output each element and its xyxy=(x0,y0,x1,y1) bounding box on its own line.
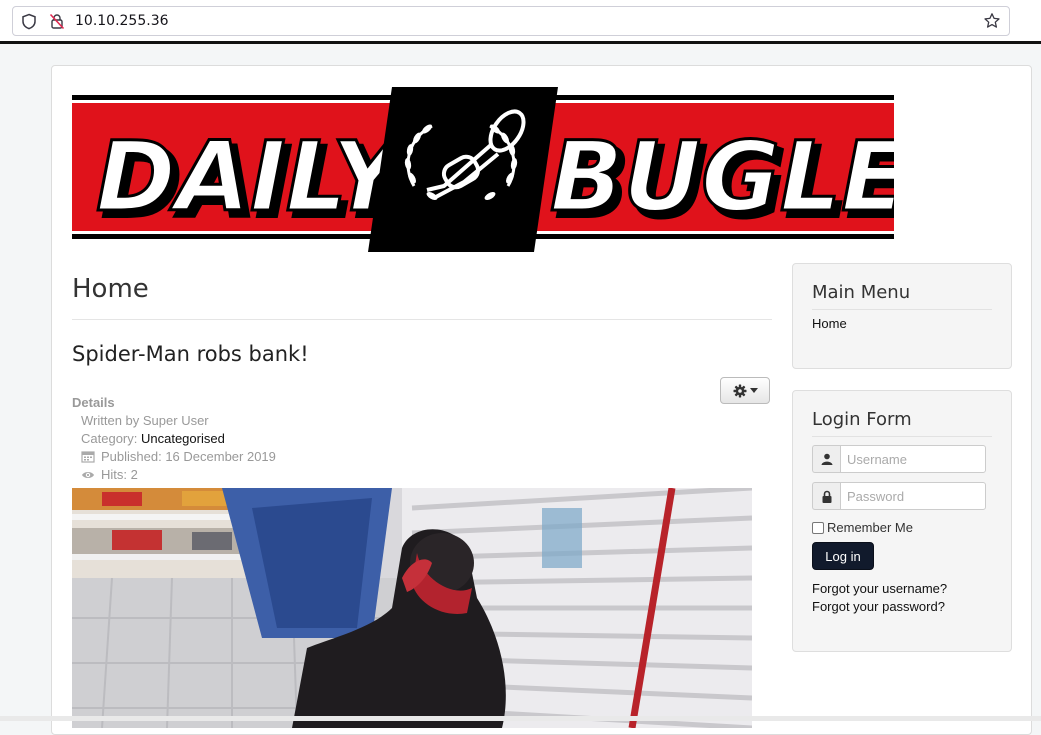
forgot-username-link[interactable]: Forgot your username? xyxy=(812,581,947,596)
author-text: Written by Super User xyxy=(81,413,209,428)
daily-bugle-logo-image: DAILY DAILY BUGLE BUGLE xyxy=(72,87,915,252)
divider xyxy=(812,436,992,437)
article-hits: Hits: 2 xyxy=(81,467,276,482)
article-category: Category: Uncategorised xyxy=(81,431,276,446)
url-text[interactable]: 10.10.255.36 xyxy=(75,13,169,29)
details-label: Details xyxy=(72,395,115,410)
logo-word-right-face: BUGLE xyxy=(550,121,894,233)
site-logo[interactable]: DAILY DAILY BUGLE BUGLE xyxy=(72,86,915,252)
article-image xyxy=(72,488,752,728)
category-prefix: Category: xyxy=(81,431,141,446)
login-button[interactable]: Log in xyxy=(812,542,874,570)
divider xyxy=(812,309,992,310)
hits-text: Hits: 2 xyxy=(101,467,138,482)
user-icon xyxy=(812,445,840,473)
bookmark-star-icon[interactable] xyxy=(983,12,1001,35)
login-form-title: Login Form xyxy=(812,409,912,430)
eye-icon xyxy=(82,471,94,478)
article-info: Details Written by Super User Category: … xyxy=(72,395,276,485)
address-bar[interactable]: 10.10.255.36 xyxy=(12,6,1010,36)
remember-me[interactable]: Remember Me xyxy=(812,520,913,535)
menu-item-home[interactable]: Home xyxy=(812,316,847,331)
password-input[interactable] xyxy=(840,482,986,510)
remember-me-label: Remember Me xyxy=(827,520,913,535)
forgot-password-link[interactable]: Forgot your password? xyxy=(812,599,945,614)
logo-word-left-face: DAILY xyxy=(96,121,410,233)
main-menu-module: Main Menu Home xyxy=(792,263,1012,369)
insecure-lock-icon[interactable] xyxy=(49,13,65,35)
main-menu-title: Main Menu xyxy=(812,282,911,303)
article-tools-button[interactable] xyxy=(720,377,770,404)
site-container: DAILY DAILY BUGLE BUGLE Home Spider-Man … xyxy=(51,65,1032,735)
toolbar-divider xyxy=(0,41,1041,44)
calendar-icon xyxy=(81,451,95,463)
divider xyxy=(72,319,772,320)
article-title: Spider-Man robs bank! xyxy=(72,342,309,366)
gear-icon xyxy=(733,384,746,397)
article-published: Published: 16 December 2019 xyxy=(81,449,276,464)
window-bottom-edge xyxy=(0,716,1041,721)
password-group xyxy=(812,482,987,510)
browser-toolbar: 10.10.255.36 xyxy=(0,0,1041,42)
published-text: Published: 16 December 2019 xyxy=(101,449,276,464)
lock-icon xyxy=(812,482,840,510)
remember-me-checkbox[interactable] xyxy=(812,521,824,534)
username-group xyxy=(812,445,987,473)
category-link[interactable]: Uncategorised xyxy=(141,431,225,446)
shield-icon[interactable] xyxy=(21,13,37,35)
article-author: Written by Super User xyxy=(81,413,276,428)
login-module: Login Form Remember Me Log in Forgot you… xyxy=(792,390,1012,652)
username-input[interactable] xyxy=(840,445,986,473)
caret-down-icon xyxy=(749,388,758,393)
page-title: Home xyxy=(72,274,149,304)
